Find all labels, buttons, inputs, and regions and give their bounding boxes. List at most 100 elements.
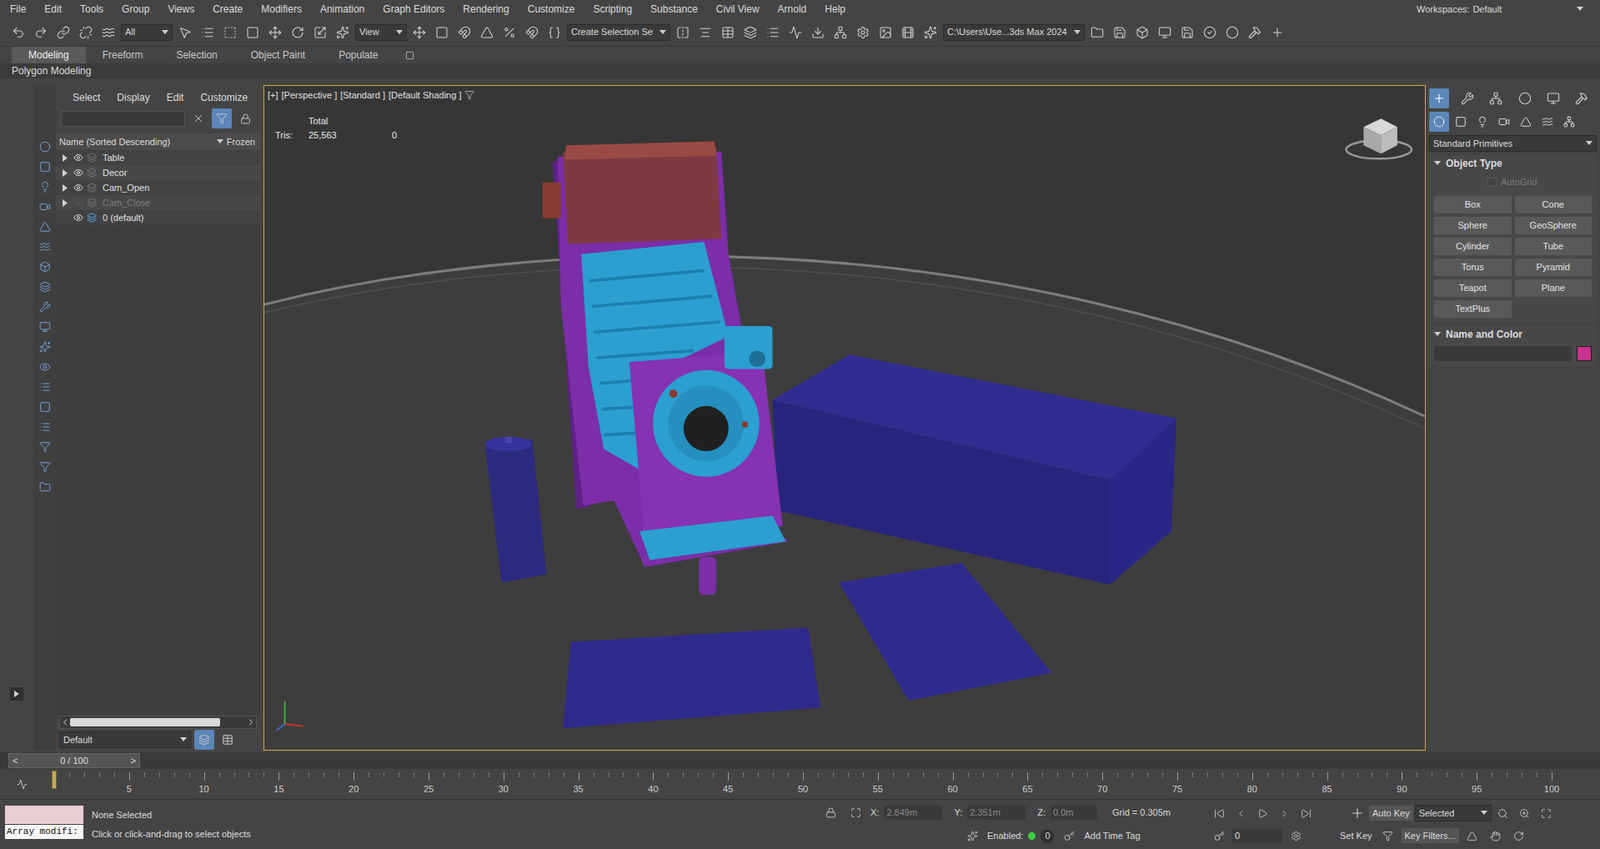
visibility-toggle[interactable] <box>72 166 85 179</box>
display-helpers-icon[interactable] <box>35 216 56 237</box>
menu-item[interactable]: Edit <box>35 1 71 17</box>
display-geometry-icon[interactable] <box>35 136 56 157</box>
key-mode-dropdown[interactable]: Selected <box>1414 804 1492 822</box>
undo-icon[interactable] <box>8 22 29 43</box>
snaps-toggle-icon[interactable] <box>454 22 475 43</box>
mirror-icon[interactable] <box>672 22 693 43</box>
visibility-toggle[interactable] <box>72 196 85 209</box>
display-containers-icon[interactable] <box>35 316 56 337</box>
expand-arrow-icon[interactable] <box>61 199 69 207</box>
zoom-icon[interactable] <box>1493 802 1514 823</box>
menu-item[interactable]: File <box>8 1 36 17</box>
expand-icon[interactable] <box>10 687 24 701</box>
viewport-filter-icon[interactable] <box>464 90 475 101</box>
geometry-icon[interactable] <box>1429 111 1450 132</box>
display-bones-icon[interactable] <box>35 296 56 317</box>
children-icon[interactable] <box>35 476 56 497</box>
menu-item[interactable]: Animation <box>310 1 374 17</box>
column-header[interactable]: Frozen <box>216 135 256 150</box>
rollout-header[interactable]: Name and Color <box>1429 326 1597 343</box>
menu-item[interactable]: Scripting <box>583 1 642 17</box>
check-icon[interactable] <box>1199 22 1220 43</box>
key-mode-icon[interactable] <box>1208 825 1229 846</box>
primitive-button[interactable]: TextPlus <box>1434 300 1512 318</box>
search-field[interactable] <box>60 110 186 127</box>
prev-frame-button[interactable]: < <box>12 753 18 768</box>
render-setup-icon[interactable] <box>852 22 873 43</box>
visibility-toggle[interactable] <box>72 181 85 194</box>
absolute-mode-icon[interactable] <box>845 802 866 823</box>
time-tag-icon[interactable] <box>1058 826 1079 847</box>
play-icon[interactable] <box>1252 802 1273 823</box>
utilities-tab-icon[interactable] <box>1571 88 1592 109</box>
menu-item[interactable]: Modifiers <box>251 1 311 17</box>
ribbon-tab[interactable]: Selection <box>159 46 234 64</box>
name-field[interactable] <box>1434 346 1572 362</box>
explorer-row[interactable]: Decor <box>55 165 261 181</box>
column-header[interactable]: Name (Sorted Descending) <box>59 135 171 150</box>
menu-item[interactable]: Help <box>815 1 855 17</box>
ribbon-tab[interactable]: Object Paint <box>234 46 322 64</box>
go-to-start-icon[interactable] <box>1208 802 1229 823</box>
bind-space-warp-icon[interactable] <box>98 22 119 43</box>
lights-icon[interactable] <box>1472 111 1493 132</box>
expand-arrow-icon[interactable] <box>61 169 69 177</box>
viewport[interactable]: [+][Perspective ][Standard ][Default Sha… <box>263 85 1426 751</box>
redo-icon[interactable] <box>30 22 51 43</box>
viewport-label-item[interactable]: [Perspective ] <box>281 88 338 103</box>
named-selection-dropdown[interactable]: Create Selection Se <box>566 24 671 41</box>
select-none-icon[interactable] <box>35 416 56 437</box>
rotate-icon[interactable] <box>287 22 308 43</box>
clear-search-icon[interactable] <box>188 108 209 129</box>
ribbon-options-icon[interactable] <box>400 45 421 66</box>
display-shapes-icon[interactable] <box>35 156 56 177</box>
autogrid-checkbox[interactable]: AutoGrid <box>1429 175 1597 190</box>
fov-icon[interactable] <box>1462 825 1483 846</box>
enabled-indicator[interactable] <box>1028 832 1036 840</box>
visibility-toggle[interactable] <box>72 151 85 164</box>
explorer-menu-item[interactable]: Display <box>108 90 158 106</box>
explorer-menu-item[interactable]: Edit <box>158 90 193 106</box>
y-field[interactable]: 2.351m <box>967 805 1026 820</box>
arnold-icon[interactable] <box>920 22 941 43</box>
primitive-button[interactable]: Pyramid <box>1514 258 1593 276</box>
menu-item[interactable]: Create <box>203 1 252 17</box>
primitive-button[interactable]: Teapot <box>1434 279 1512 297</box>
helpers-icon[interactable] <box>1515 111 1536 132</box>
layer-dropdown[interactable]: Default <box>59 731 191 748</box>
schematic-view-icon[interactable] <box>807 22 828 43</box>
workspace-selector[interactable]: Workspaces:Default <box>1416 2 1584 17</box>
add-icon[interactable] <box>1267 22 1288 43</box>
display-lights-icon[interactable] <box>35 176 56 197</box>
menu-item[interactable]: Graph Editors <box>373 1 454 17</box>
expand-arrow-icon[interactable] <box>61 184 69 192</box>
z-field[interactable]: 0.0m <box>1050 805 1098 820</box>
set-key-button[interactable]: Set Key <box>1337 828 1375 843</box>
active-save-icon[interactable] <box>1177 22 1198 43</box>
auto-key-button[interactable]: Auto Key <box>1369 805 1414 822</box>
layout-icon[interactable] <box>1132 22 1153 43</box>
modify-tab-icon[interactable] <box>1457 88 1478 109</box>
layer-explorer-icon[interactable] <box>717 22 738 43</box>
ribbon-tab[interactable]: Freeform <box>85 46 161 64</box>
x-field[interactable]: 2.849m <box>883 805 943 820</box>
visibility-toggle[interactable] <box>72 211 85 224</box>
link-icon[interactable] <box>53 22 74 43</box>
primitive-button[interactable]: GeoSphere <box>1514 216 1593 235</box>
tool-icon[interactable] <box>1244 22 1265 43</box>
orbit-icon[interactable] <box>1509 825 1530 846</box>
invert-icon[interactable] <box>35 456 56 477</box>
maxscript-listener[interactable]: Array modifi: <box>0 799 87 849</box>
motion-tab-icon[interactable] <box>1514 88 1535 109</box>
display-particles-icon[interactable] <box>35 336 56 357</box>
spinner-snap-icon[interactable] <box>521 22 542 43</box>
move-icon[interactable] <box>265 22 286 43</box>
render-icon[interactable] <box>897 22 918 43</box>
previous-frame-icon[interactable] <box>1230 802 1251 823</box>
primitive-button[interactable]: Torus <box>1434 258 1512 276</box>
category-dropdown[interactable]: Standard Primitives <box>1429 135 1597 152</box>
rendered-frame-icon[interactable] <box>875 22 896 43</box>
ribbon-icon[interactable] <box>762 22 783 43</box>
explorer-row[interactable]: Cam_Close <box>55 195 261 211</box>
create-tab-icon[interactable] <box>1429 88 1450 109</box>
